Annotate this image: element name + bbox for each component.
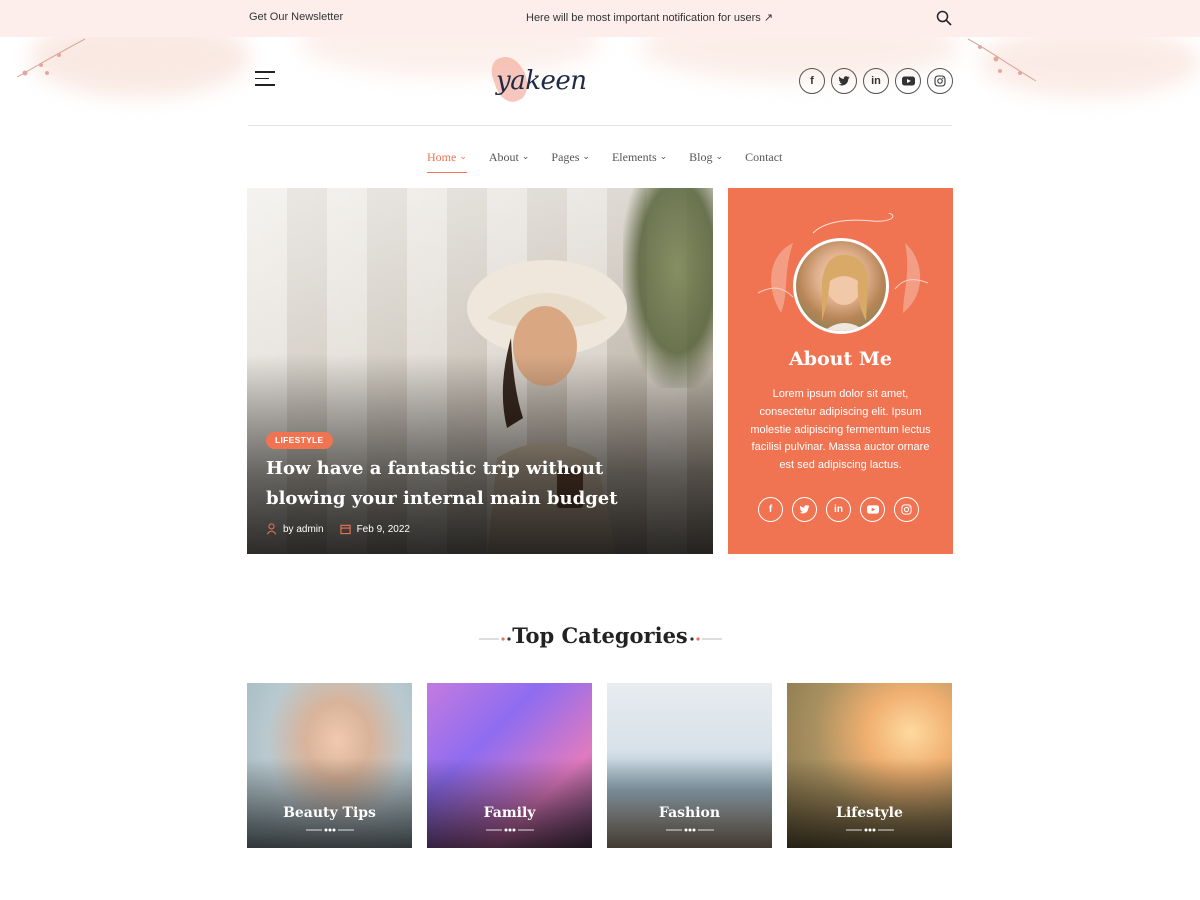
post-meta: by admin Feb 9, 2022 <box>266 523 410 535</box>
category-label: Beauty Tips <box>283 805 376 821</box>
category-grid: Beauty Tips Family Fashion Lifestyle <box>247 683 952 848</box>
category-badge[interactable]: LIFESTYLE <box>266 432 333 449</box>
nav-item-elements[interactable]: Elements ⌄ <box>612 150 667 171</box>
site-logo[interactable]: yakeen <box>487 52 587 110</box>
flower-branch-icon <box>967 38 1037 82</box>
about-title: About Me <box>788 348 893 370</box>
nav-item-blog[interactable]: Blog ⌄ <box>689 150 723 171</box>
logo-text: yakeen <box>496 66 587 96</box>
nav-item-contact[interactable]: Contact <box>745 150 782 171</box>
nav-item-pages[interactable]: Pages ⌄ <box>551 150 590 171</box>
category-card-beauty-tips[interactable]: Beauty Tips <box>247 683 412 848</box>
author-avatar <box>793 238 889 334</box>
flower-branch-icon <box>16 38 86 78</box>
menu-toggle-icon[interactable] <box>255 71 275 87</box>
post-title[interactable]: How have a fantastic trip without blowin… <box>266 454 686 514</box>
facebook-icon[interactable]: f <box>758 497 783 522</box>
nav-item-label: Pages <box>551 150 580 164</box>
featured-post[interactable]: LIFESTYLE How have a fantastic trip with… <box>247 188 713 554</box>
main-navigation: Home ⌄ About ⌄ Pages ⌄ Elements ⌄ Blog ⌄… <box>427 150 782 173</box>
post-author[interactable]: by admin <box>266 523 324 535</box>
facebook-icon[interactable]: f <box>799 68 825 94</box>
newsletter-link[interactable]: Get Our Newsletter <box>249 11 343 23</box>
category-label: Family <box>483 805 536 821</box>
twitter-icon[interactable] <box>831 68 857 94</box>
about-text: Lorem ipsum dolor sit amet, consectetur … <box>750 388 931 472</box>
linkedin-icon[interactable]: in <box>826 497 851 522</box>
user-icon <box>266 523 277 535</box>
dots-ornament-icon <box>486 828 534 832</box>
instagram-icon[interactable] <box>927 68 953 94</box>
category-card-fashion[interactable]: Fashion <box>607 683 772 848</box>
author-name: by admin <box>283 523 324 535</box>
nav-item-label: Home <box>427 150 457 164</box>
dots-ornament-icon <box>666 828 714 832</box>
twitter-icon[interactable] <box>792 497 817 522</box>
about-social-links: f in <box>758 497 919 522</box>
site-header: yakeen f in <box>0 37 1200 127</box>
category-label: Fashion <box>658 805 721 821</box>
youtube-icon[interactable] <box>860 497 885 522</box>
about-me-widget: About Me Lorem ipsum dolor sit amet, con… <box>728 188 953 554</box>
chevron-down-icon: ⌄ <box>521 151 530 161</box>
top-bar: Get Our Newsletter Here will be most imp… <box>0 0 1200 37</box>
chevron-down-icon: ⌄ <box>459 151 467 161</box>
category-overlay <box>427 758 592 848</box>
category-label: Lifestyle <box>836 805 903 821</box>
category-overlay <box>607 758 772 848</box>
dots-ornament-icon <box>306 828 354 832</box>
category-overlay <box>247 758 412 848</box>
nav-item-about[interactable]: About ⌄ <box>489 150 530 171</box>
instagram-icon[interactable] <box>894 497 919 522</box>
category-card-lifestyle[interactable]: Lifestyle <box>787 683 952 848</box>
dots-ornament-icon <box>846 828 894 832</box>
chevron-down-icon: ⌄ <box>659 151 668 161</box>
chevron-down-icon: ⌄ <box>715 151 724 161</box>
category-card-family[interactable]: Family <box>427 683 592 848</box>
nav-item-home[interactable]: Home ⌄ <box>427 150 467 173</box>
post-date: Feb 9, 2022 <box>339 523 410 535</box>
chevron-down-icon: ⌄ <box>582 151 590 161</box>
linkedin-icon[interactable]: in <box>863 68 889 94</box>
search-icon[interactable] <box>936 10 952 26</box>
date-text: Feb 9, 2022 <box>356 523 410 535</box>
header-divider <box>248 125 952 126</box>
header-social-links: f in <box>799 68 953 94</box>
calendar-icon <box>339 524 351 535</box>
title-ornament-icon <box>690 637 722 641</box>
nav-item-label: Contact <box>745 150 783 164</box>
nav-item-label: Blog <box>689 150 713 164</box>
category-overlay <box>787 758 952 848</box>
nav-item-label: Elements <box>611 150 657 164</box>
nav-item-label: About <box>488 150 519 164</box>
section-title: Top Categories <box>512 623 688 648</box>
notification-text[interactable]: Here will be most important notification… <box>526 11 773 24</box>
youtube-icon[interactable] <box>895 68 921 94</box>
